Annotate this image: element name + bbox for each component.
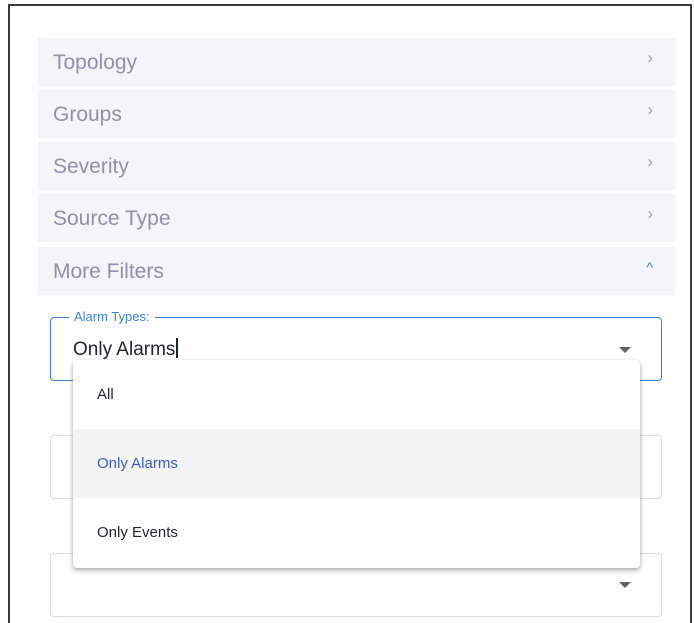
option-only-alarms[interactable]: Only Alarms [73, 429, 640, 498]
section-severity[interactable]: Severity › [38, 142, 675, 190]
chevron-right-icon: › [647, 152, 653, 171]
chevron-right-icon: › [647, 48, 653, 67]
option-all[interactable]: All [73, 360, 640, 429]
section-groups[interactable]: Groups › [38, 90, 675, 138]
section-topology[interactable]: Topology › [38, 38, 675, 86]
section-label: Groups [53, 103, 122, 126]
section-more-filters[interactable]: More Filters ^ [38, 247, 675, 295]
alarm-types-value: Only Alarms [73, 338, 178, 361]
chevron-right-icon: › [647, 204, 653, 223]
chevron-right-icon: › [647, 100, 653, 119]
section-label: Severity [53, 155, 129, 178]
section-label: Topology [53, 51, 138, 74]
section-label: Source Type [53, 207, 171, 230]
section-label: More Filters [53, 260, 164, 283]
caret-down-icon[interactable] [619, 582, 631, 588]
chevron-up-icon: ^ [646, 259, 653, 275]
section-source-type[interactable]: Source Type › [38, 194, 675, 242]
alarm-types-menu: All Only Alarms Only Events [73, 360, 640, 568]
alarm-types-label: Alarm Types: [69, 310, 155, 324]
text-cursor [176, 338, 178, 358]
caret-down-icon[interactable] [619, 347, 631, 353]
option-only-events[interactable]: Only Events [73, 498, 640, 567]
